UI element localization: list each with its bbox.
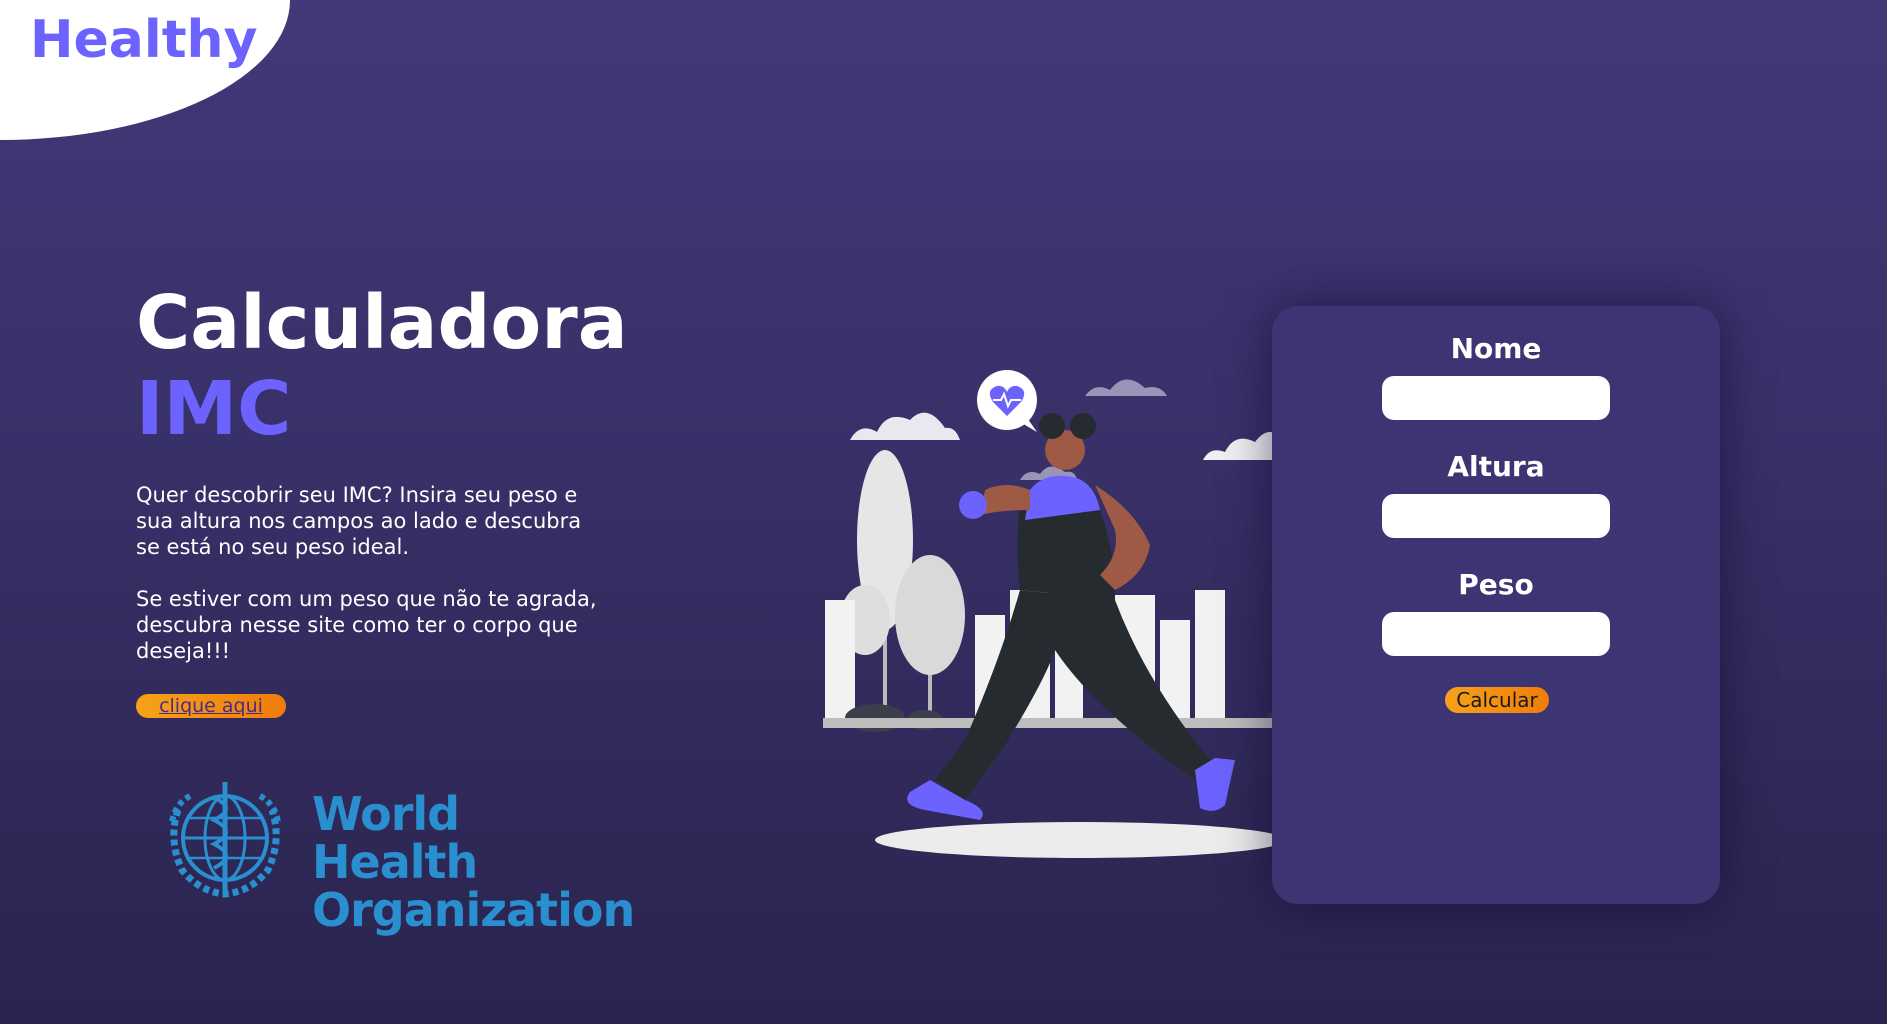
name-input[interactable] [1382, 376, 1610, 420]
who-wordmark-line2: Organization [312, 883, 635, 937]
who-logo: World Health Organization [150, 770, 635, 934]
tree-icon [840, 450, 965, 720]
hero-paragraph-2: Se estiver com um peso que não te agrada… [136, 587, 597, 663]
who-emblem-icon [169, 782, 281, 898]
hero-description: Quer descobrir seu IMC? Insira seu peso … [136, 482, 601, 690]
cloud-icon [850, 412, 960, 440]
height-label: Altura [1447, 450, 1545, 483]
page-title-line2: IMC [136, 366, 292, 452]
hero-paragraph-1: Quer descobrir seu IMC? Insira seu peso … [136, 483, 582, 559]
who-wordmark-line1: World Health [312, 787, 478, 889]
page-title: Calculadora IMC [136, 280, 628, 452]
name-label: Nome [1450, 332, 1542, 365]
height-input[interactable] [1382, 494, 1610, 538]
weight-input[interactable] [1382, 612, 1610, 656]
heart-bubble-icon [977, 370, 1037, 432]
weight-label: Peso [1458, 568, 1534, 601]
runner-shadow [875, 822, 1285, 858]
who-wordmark: World Health Organization [312, 787, 635, 937]
cta-link-button[interactable]: clique aqui [136, 694, 286, 718]
site-logo[interactable]: Healthy [30, 10, 257, 70]
imc-form-card: Nome Altura Peso Calcular [1272, 306, 1720, 904]
ground-line [823, 718, 1348, 728]
page-title-line1: Calculadora [136, 280, 628, 366]
calculate-button[interactable]: Calcular [1445, 687, 1549, 713]
